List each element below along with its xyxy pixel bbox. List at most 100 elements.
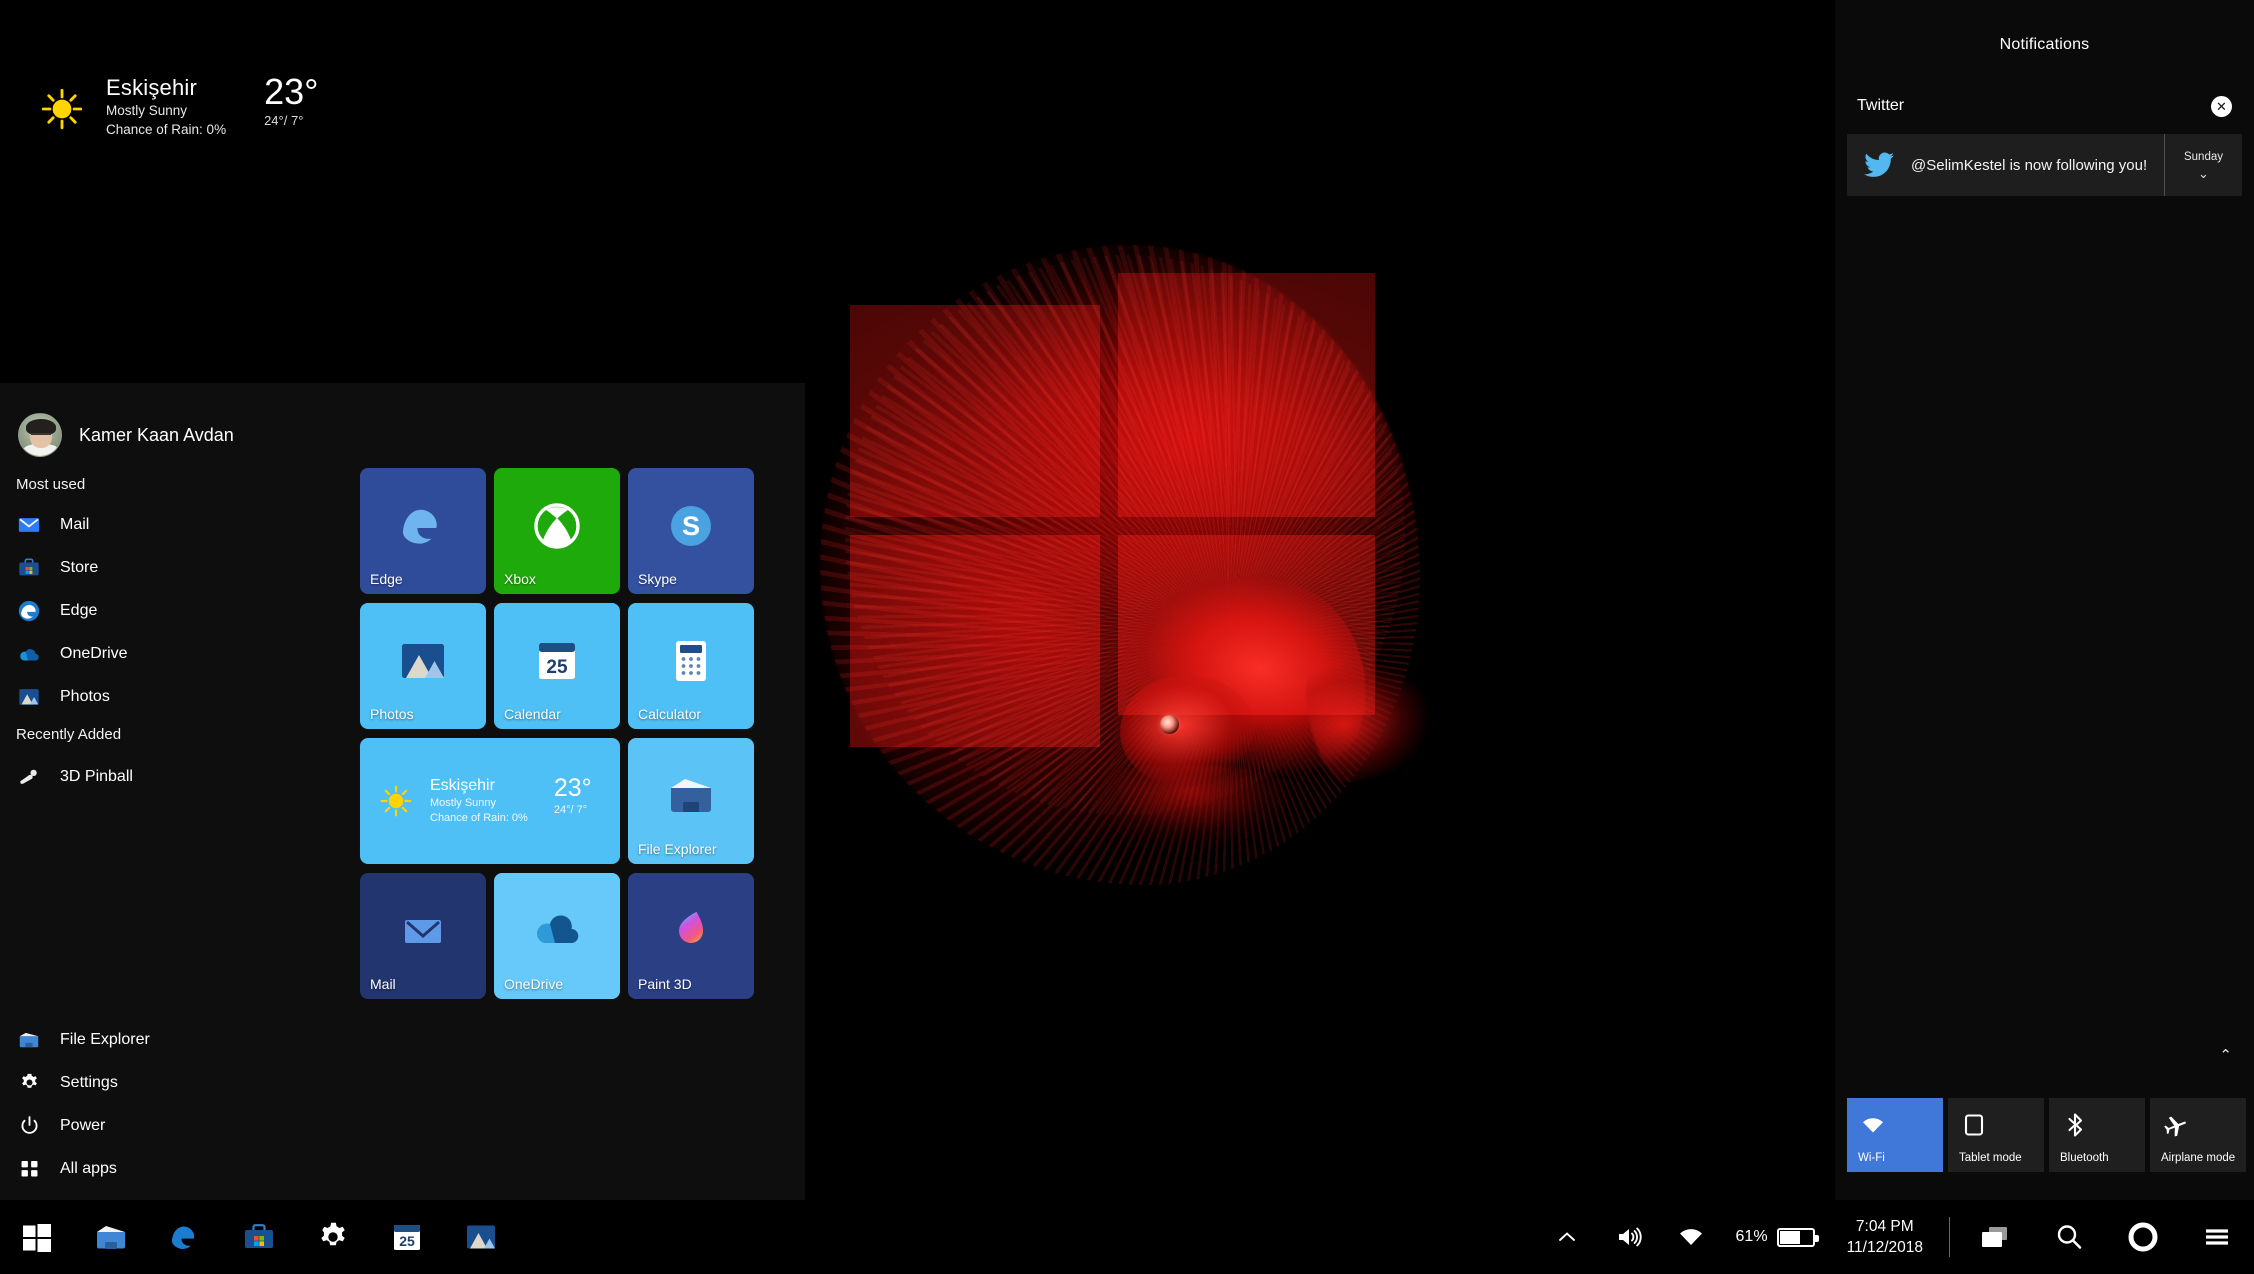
section-title-most-used: Most used — [16, 476, 86, 493]
clock-time: 7:04 PM — [1855, 1217, 1914, 1235]
start-item-label: OneDrive — [60, 644, 128, 662]
quick-action-bluetooth[interactable]: Bluetooth — [2049, 1098, 2145, 1172]
taskbar-calendar-button[interactable]: 25 — [370, 1200, 444, 1274]
taskbar-settings-button[interactable] — [296, 1200, 370, 1274]
wifi-icon — [1679, 1229, 1702, 1245]
cortana-icon — [2128, 1222, 2158, 1252]
start-menu: Kamer Kaan Avdan Most used Mail Store Ed… — [0, 383, 805, 1200]
tile-label: Calculator — [638, 706, 702, 722]
battery-status[interactable]: 61% — [1722, 1200, 1829, 1274]
search-button[interactable] — [2032, 1200, 2106, 1274]
user-account-row[interactable]: Kamer Kaan Avdan — [18, 413, 234, 457]
taskbar-store-button[interactable] — [222, 1200, 296, 1274]
windows-logo-overlay — [850, 265, 1375, 765]
network-button[interactable] — [1660, 1200, 1722, 1274]
start-bottom-file-explorer[interactable]: File Explorer — [0, 1018, 355, 1061]
tile-paint-3d[interactable]: Paint 3D — [628, 873, 754, 999]
start-bottom-settings[interactable]: Settings — [0, 1061, 355, 1104]
taskbar-divider — [1949, 1217, 1950, 1257]
start-item-store[interactable]: Store — [0, 546, 355, 589]
notification-meta[interactable]: Sunday ⌄ — [2164, 134, 2242, 196]
photos-icon — [467, 1225, 495, 1249]
tile-calculator[interactable]: Calculator — [628, 603, 754, 729]
taskbar-right-area: 61% 7:04 PM 11/12/2018 — [1536, 1200, 2254, 1274]
clock-date: 11/12/2018 — [1846, 1239, 1923, 1256]
start-bottom-label: File Explorer — [60, 1030, 150, 1048]
start-item-mail[interactable]: Mail — [0, 503, 355, 546]
taskbar-edge-button[interactable] — [148, 1200, 222, 1274]
tile-row: Photos 25 Calendar Calculator — [360, 603, 800, 729]
wifi-icon — [1863, 1118, 1883, 1133]
store-icon — [245, 1224, 273, 1248]
task-view-button[interactable] — [1958, 1200, 2032, 1274]
tile-label: Mail — [370, 976, 396, 992]
quick-actions-grid: Wi-Fi Tablet mode Bluetooth Airplane mod… — [1847, 1098, 2246, 1172]
tile-row: Edge Xbox S Skype — [360, 468, 800, 594]
notification-item[interactable]: @SelimKestel is now following you! Sunda… — [1847, 134, 2242, 196]
close-icon[interactable]: ✕ — [2211, 95, 2232, 117]
tile-label: Paint 3D — [638, 976, 692, 992]
weather-rain-chance: Chance of Rain: 0% — [106, 122, 227, 138]
quick-action-airplane-mode[interactable]: Airplane mode — [2150, 1098, 2246, 1172]
volume-button[interactable] — [1598, 1200, 1660, 1274]
tile-label: File Explorer — [638, 841, 717, 857]
betta-fish-artwork — [790, 245, 1456, 945]
chevron-up-icon[interactable]: ⌃ — [2219, 1046, 2232, 1064]
quick-action-wifi[interactable]: Wi-Fi — [1847, 1098, 1943, 1172]
tile-weather-temp: 23° — [553, 773, 592, 802]
speaker-icon — [1618, 1227, 1642, 1247]
start-item-label: Store — [60, 558, 99, 576]
notification-app-name: Twitter — [1857, 97, 1905, 114]
mail-icon — [405, 920, 441, 943]
weather-temperature: 23° — [264, 71, 319, 112]
start-bottom-power[interactable]: Power — [0, 1104, 355, 1147]
desktop-weather-widget[interactable]: Eskişehir Mostly Sunny Chance of Rain: 0… — [40, 71, 319, 139]
tile-weather-rain: Chance of Rain: 0% — [430, 812, 528, 825]
cortana-button[interactable] — [2106, 1200, 2180, 1274]
gear-icon — [16, 1070, 42, 1096]
calendar-icon: 25 — [539, 643, 575, 679]
tile-file-explorer[interactable]: File Explorer — [628, 738, 754, 864]
skype-icon: S — [671, 506, 711, 546]
airplane-icon — [2164, 1116, 2186, 1137]
taskbar-file-explorer-button[interactable] — [74, 1200, 148, 1274]
avatar[interactable] — [18, 413, 62, 457]
tile-label: Photos — [370, 706, 414, 722]
start-item-onedrive[interactable]: OneDrive — [0, 632, 355, 675]
task-view-icon — [1982, 1227, 2007, 1247]
start-bottom-all-apps[interactable]: All apps — [0, 1147, 355, 1190]
tile-calendar[interactable]: 25 Calendar — [494, 603, 620, 729]
tile-skype[interactable]: S Skype — [628, 468, 754, 594]
start-item-3d-pinball[interactable]: 3D Pinball — [0, 755, 355, 798]
tile-edge[interactable]: Edge — [360, 468, 486, 594]
photos-icon — [16, 684, 42, 710]
pinball-icon — [16, 764, 42, 790]
tile-photos[interactable]: Photos — [360, 603, 486, 729]
chevron-down-icon[interactable]: ⌄ — [2198, 167, 2209, 180]
action-center-button[interactable] — [2180, 1200, 2254, 1274]
notification-day: Sunday — [2183, 150, 2223, 163]
taskbar-start-button[interactable] — [0, 1200, 74, 1274]
tile-weather[interactable]: Eskişehir Mostly Sunny Chance of Rain: 0… — [360, 738, 620, 864]
tile-weather-condition: Mostly Sunny — [430, 796, 497, 809]
tile-onedrive[interactable]: OneDrive — [494, 873, 620, 999]
start-item-photos[interactable]: Photos — [0, 675, 355, 718]
tile-mail[interactable]: Mail — [360, 873, 486, 999]
tile-xbox[interactable]: Xbox — [494, 468, 620, 594]
battery-icon — [1776, 1227, 1819, 1247]
start-item-edge[interactable]: Edge — [0, 589, 355, 632]
calendar-icon: 25 — [394, 1225, 420, 1250]
grid-icon — [16, 1156, 42, 1182]
tile-label: Skype — [638, 571, 677, 587]
taskbar-photos-button[interactable] — [444, 1200, 518, 1274]
tile-row: Eskişehir Mostly Sunny Chance of Rain: 0… — [360, 738, 800, 864]
show-hidden-icons-button[interactable] — [1536, 1200, 1598, 1274]
start-bottom-label: All apps — [60, 1159, 117, 1177]
start-bottom-label: Settings — [60, 1073, 118, 1091]
calculator-icon — [676, 641, 706, 681]
start-item-label: Photos — [60, 687, 110, 705]
quick-action-tablet-mode[interactable]: Tablet mode — [1948, 1098, 2044, 1172]
clock[interactable]: 7:04 PM 11/12/2018 — [1829, 1200, 1941, 1274]
power-icon — [16, 1113, 42, 1139]
chevron-up-icon — [1558, 1232, 1575, 1241]
